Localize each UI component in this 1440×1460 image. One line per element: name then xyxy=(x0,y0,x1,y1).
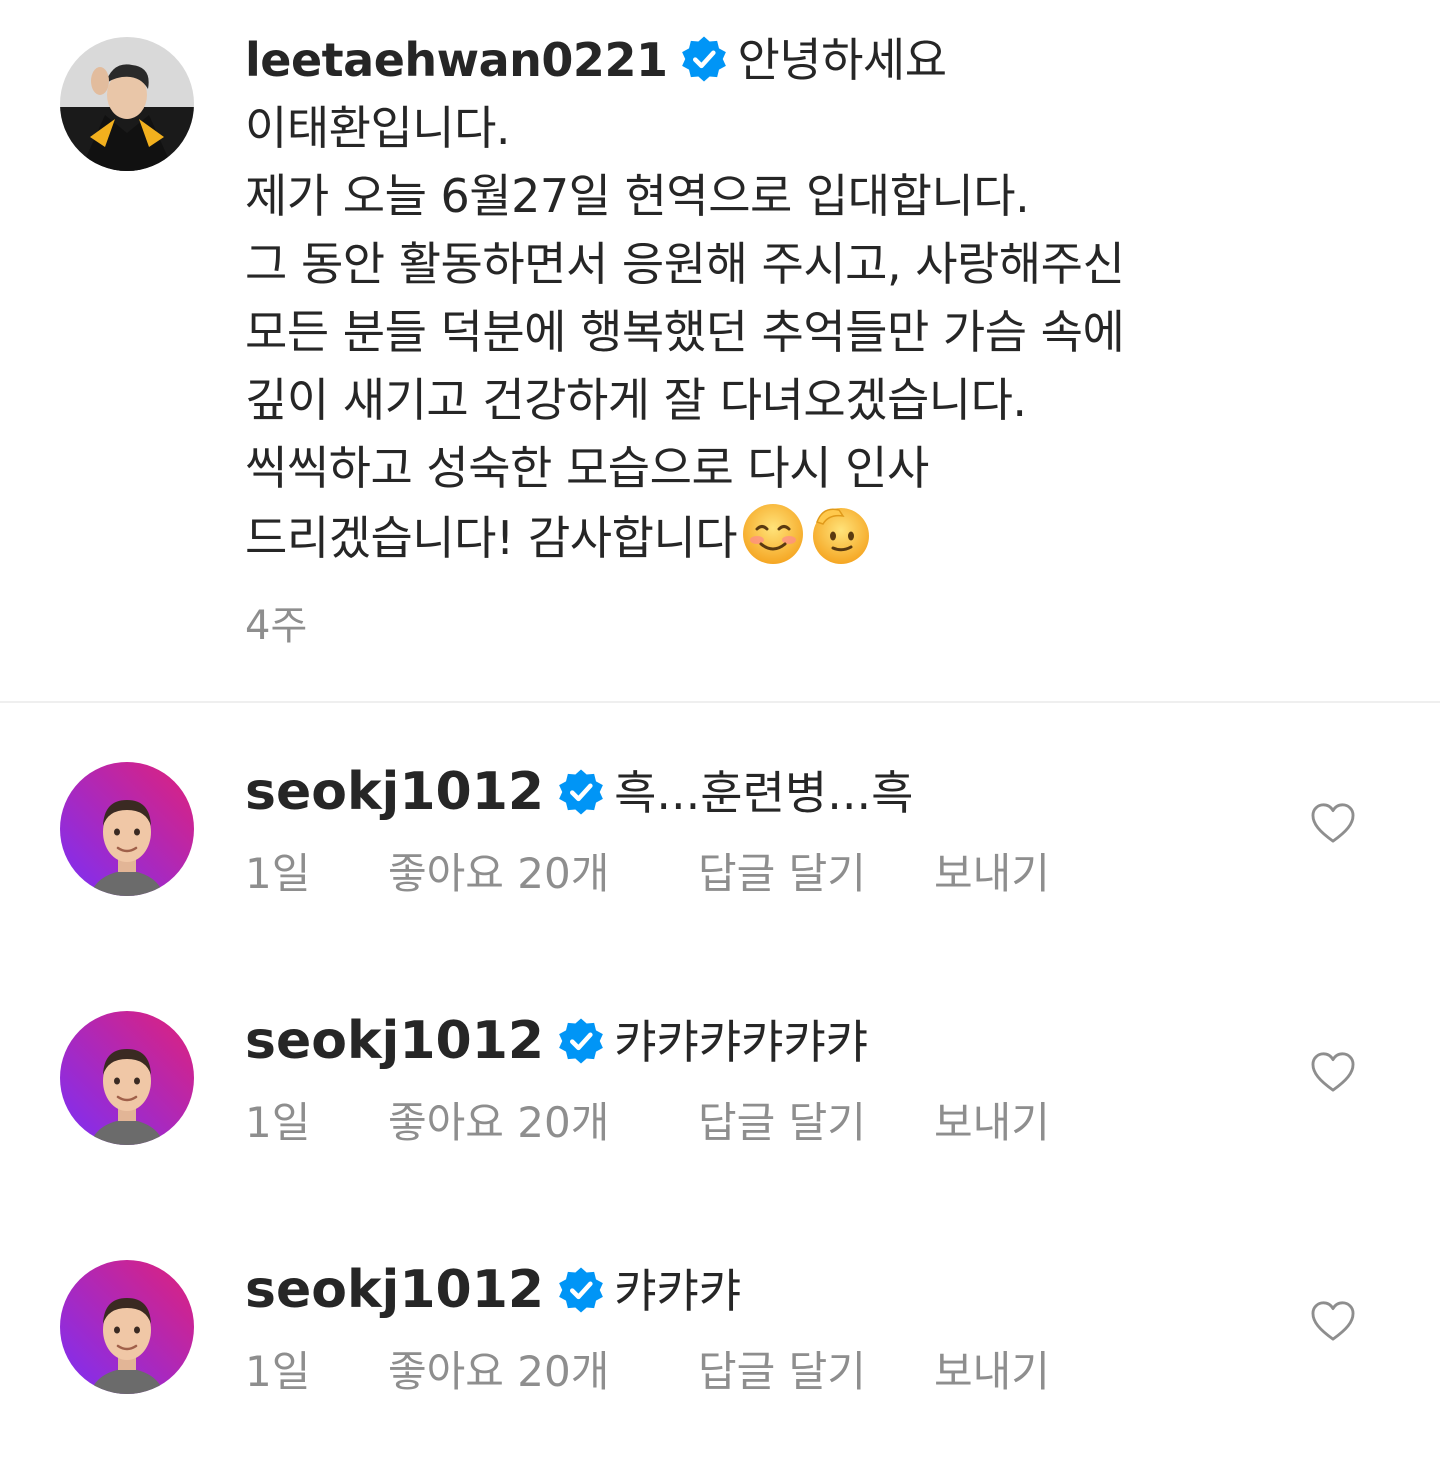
caption-line-2: 이태환입니다. xyxy=(245,101,511,155)
comment-timestamp: 1일 xyxy=(245,1347,311,1396)
verified-badge-icon xyxy=(559,1267,603,1313)
caption-line-8: 드리겠습니다! 감사합니다 xyxy=(245,502,1305,572)
caption-line-text: 드리겠습니다! 감사합니다 xyxy=(245,511,738,565)
caption-line-6: 깊이 새기고 건강하게 잘 다녀오겠습니다. xyxy=(245,373,1027,427)
author-username[interactable]: leetaehwan0221 xyxy=(245,33,668,87)
commenter-avatar[interactable] xyxy=(60,1011,194,1145)
commenter-username[interactable]: seokj1012 xyxy=(245,1260,544,1320)
verified-badge-icon xyxy=(559,1018,603,1064)
verified-badge-icon xyxy=(682,36,727,82)
caption-line-4: 그 동안 활동하면서 응원해 주시고, 사랑해주신 xyxy=(245,237,1125,291)
comment-likes-count[interactable]: 좋아요 20개 xyxy=(388,1091,609,1155)
caption-line-5: 모든 분들 덕분에 행복했던 추억들만 가슴 속에 xyxy=(245,305,1125,359)
caption-line-text: 안녕하세요 xyxy=(737,33,947,87)
caption-text: leetaehwan0221 안녕하세요 이태환입니다. 제가 오늘 6월27일 … xyxy=(245,26,1305,572)
caption-body: leetaehwan0221 안녕하세요 이태환입니다. 제가 오늘 6월27일 … xyxy=(245,26,1305,654)
reply-button[interactable]: 답글 달기 xyxy=(698,842,866,906)
send-button[interactable]: 보내기 xyxy=(934,1340,1050,1404)
comment-item: seokj1012 흑...훈련병...흑 1일 좋아요 20개 답글 달기 보내… xyxy=(0,762,1440,962)
caption-line-1: leetaehwan0221 안녕하세요 xyxy=(245,26,1305,94)
caption-timestamp: 4주 xyxy=(245,603,308,649)
caption-line-7: 씩씩하고 성숙한 모습으로 다시 인사 xyxy=(245,441,929,495)
comment-text: 캬캬캬캬캬캬 xyxy=(614,1015,868,1069)
author-avatar[interactable] xyxy=(60,37,194,171)
commenter-username[interactable]: seokj1012 xyxy=(245,1011,544,1071)
divider xyxy=(0,701,1440,703)
comment-header: seokj1012 캬캬캬캬캬캬 xyxy=(245,1009,868,1074)
saluting-face-emoji-icon xyxy=(813,508,870,564)
reply-button[interactable]: 답글 달기 xyxy=(698,1091,866,1155)
comment-header: seokj1012 캬캬캬 xyxy=(245,1258,741,1323)
comment-text: 흑...훈련병...흑 xyxy=(614,766,914,820)
caption-block: leetaehwan0221 안녕하세요 이태환입니다. 제가 오늘 6월27일 … xyxy=(0,0,1440,702)
comment-header: seokj1012 흑...훈련병...흑 xyxy=(245,760,913,825)
comment-item: seokj1012 캬캬캬 1일 좋아요 20개 답글 달기 보내기 xyxy=(0,1260,1440,1460)
comment-item: seokj1012 캬캬캬캬캬캬 1일 좋아요 20개 답글 달기 보내기 xyxy=(0,1011,1440,1211)
comment-text: 캬캬캬 xyxy=(614,1264,742,1318)
comment-timestamp: 1일 xyxy=(245,849,311,898)
commenter-avatar[interactable] xyxy=(60,762,194,896)
commenter-avatar[interactable] xyxy=(60,1260,194,1394)
heart-icon[interactable] xyxy=(1310,802,1356,844)
comment-timestamp: 1일 xyxy=(245,1098,311,1147)
caption-line-3: 제가 오늘 6월27일 현역으로 입대합니다. xyxy=(245,169,1030,223)
commenter-username[interactable]: seokj1012 xyxy=(245,762,544,822)
heart-icon[interactable] xyxy=(1310,1300,1356,1342)
verified-badge-icon xyxy=(559,769,603,815)
send-button[interactable]: 보내기 xyxy=(934,842,1050,906)
heart-icon[interactable] xyxy=(1310,1051,1356,1093)
comment-likes-count[interactable]: 좋아요 20개 xyxy=(388,842,609,906)
smiling-blush-emoji-icon xyxy=(743,504,804,564)
reply-button[interactable]: 답글 달기 xyxy=(698,1340,866,1404)
comment-likes-count[interactable]: 좋아요 20개 xyxy=(388,1340,609,1404)
send-button[interactable]: 보내기 xyxy=(934,1091,1050,1155)
